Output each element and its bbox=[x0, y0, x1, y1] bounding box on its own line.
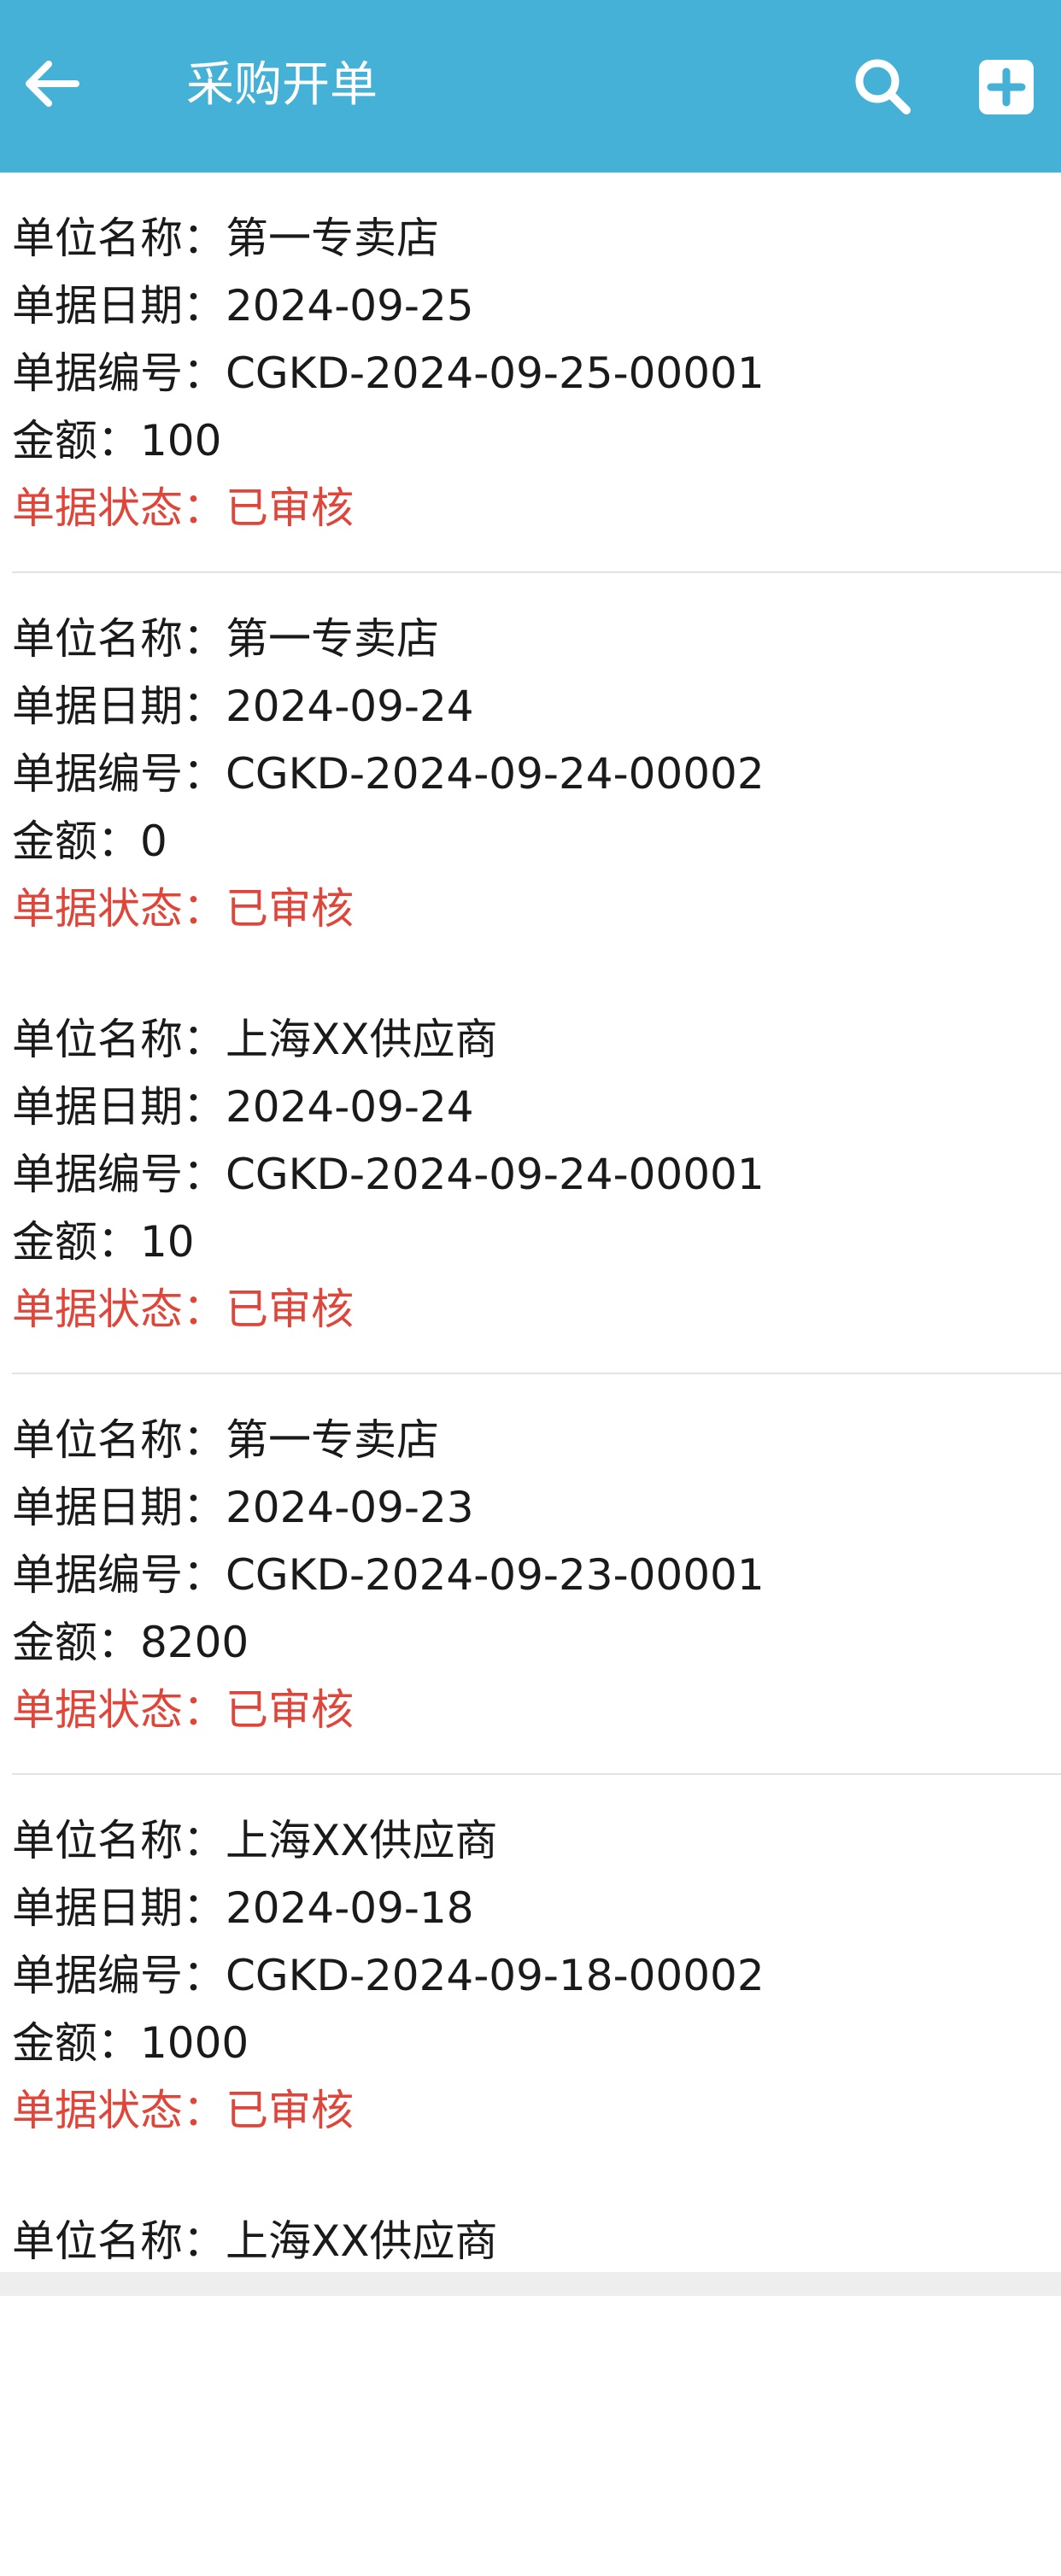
field-label: 单据日期： bbox=[12, 1883, 226, 1933]
add-button[interactable] bbox=[972, 53, 1040, 121]
field-label: 金额： bbox=[12, 1217, 140, 1267]
status-row: 单据状态：已审核 bbox=[12, 475, 354, 542]
doc-no-row: 单据编号：CGKD-2024-09-25-00001 bbox=[12, 340, 765, 407]
doc-date-value: 2024-09-24 bbox=[226, 1082, 474, 1132]
unit-name-value: 上海XX供应商 bbox=[226, 1816, 498, 1865]
field-label: 单据编号： bbox=[12, 1951, 226, 2000]
search-icon bbox=[855, 59, 911, 114]
field-label: 金额： bbox=[12, 817, 140, 866]
doc-date-value: 2024-09-18 bbox=[226, 1883, 474, 1933]
page-title: 采购开单 bbox=[186, 57, 378, 113]
status-row: 单据状态：已审核 bbox=[12, 1677, 354, 1744]
doc-no-row: 单据编号：CGKD-2024-09-23-00001 bbox=[12, 1542, 765, 1609]
field-label: 单据状态： bbox=[12, 1285, 226, 1334]
status-row: 单据状态：已审核 bbox=[12, 1276, 354, 1344]
field-label: 单位名称： bbox=[12, 214, 226, 263]
field-label: 单位名称： bbox=[12, 1415, 226, 1465]
list-item[interactable]: 单位名称：第一专卖店 单据日期：2024-09-24 单据编号：CGKD-202… bbox=[0, 573, 1061, 974]
doc-no-row: 单据编号：CGKD-2024-09-24-00001 bbox=[12, 1141, 765, 1209]
field-label: 单据日期： bbox=[12, 281, 226, 331]
bottom-bar bbox=[0, 2272, 1061, 2296]
field-label: 单据日期： bbox=[12, 682, 226, 731]
doc-date-value: 2024-09-25 bbox=[226, 281, 474, 331]
field-label: 单位名称： bbox=[12, 1015, 226, 1064]
field-label: 金额： bbox=[12, 1618, 140, 1667]
amount-value: 1000 bbox=[140, 2018, 249, 2068]
unit-name-row: 单位名称：上海XX供应商 bbox=[12, 1006, 498, 1074]
field-label: 单据编号： bbox=[12, 749, 226, 799]
unit-name-value: 上海XX供应商 bbox=[226, 1015, 498, 1064]
unit-name-value: 第一专卖店 bbox=[226, 214, 439, 263]
field-label: 单据状态： bbox=[12, 1685, 226, 1735]
field-label: 单据编号： bbox=[12, 348, 226, 398]
arrow-left-icon bbox=[26, 61, 79, 107]
list-item[interactable]: 单位名称：上海XX供应商 单据日期：2024-09-24 单据编号：CGKD-2… bbox=[0, 974, 1061, 1374]
amount-value: 8200 bbox=[140, 1618, 249, 1667]
amount-row: 金额：0 bbox=[12, 808, 167, 875]
list-item[interactable]: 单位名称：上海XX供应商 bbox=[0, 2175, 1061, 2576]
order-list[interactable]: 单位名称：第一专卖店 单据日期：2024-09-25 单据编号：CGKD-202… bbox=[0, 173, 1061, 2576]
unit-name-row: 单位名称：上海XX供应商 bbox=[12, 2208, 498, 2275]
unit-name-row: 单位名称：第一专卖店 bbox=[12, 1407, 439, 1474]
doc-date-row: 单据日期：2024-09-24 bbox=[12, 1074, 474, 1141]
field-label: 单据日期： bbox=[12, 1483, 226, 1532]
unit-name-row: 单位名称：第一专卖店 bbox=[12, 606, 439, 673]
doc-no-row: 单据编号：CGKD-2024-09-18-00002 bbox=[12, 1942, 765, 2010]
doc-date-value: 2024-09-23 bbox=[226, 1483, 474, 1532]
field-label: 金额： bbox=[12, 2018, 140, 2068]
unit-name-value: 第一专卖店 bbox=[226, 1415, 439, 1465]
field-label: 单据状态： bbox=[12, 2086, 226, 2135]
doc-no-value: CGKD-2024-09-23-00001 bbox=[226, 1550, 765, 1600]
doc-date-row: 单据日期：2024-09-23 bbox=[12, 1474, 474, 1542]
field-label: 单据日期： bbox=[12, 1082, 226, 1132]
amount-row: 金额：10 bbox=[12, 1209, 195, 1276]
unit-name-row: 单位名称：第一专卖店 bbox=[12, 205, 439, 272]
doc-no-value: CGKD-2024-09-24-00001 bbox=[226, 1150, 765, 1199]
field-label: 单据状态： bbox=[12, 483, 226, 533]
status-value: 已审核 bbox=[226, 483, 354, 533]
amount-row: 金额：1000 bbox=[12, 2010, 249, 2077]
app-header: 采购开单 bbox=[0, 0, 1061, 173]
amount-value: 0 bbox=[140, 817, 167, 866]
plus-square-icon bbox=[979, 60, 1034, 114]
list-item[interactable]: 单位名称：第一专卖店 单据日期：2024-09-23 单据编号：CGKD-202… bbox=[0, 1374, 1061, 1775]
amount-row: 金额：8200 bbox=[12, 1609, 249, 1677]
list-item[interactable]: 单位名称：上海XX供应商 单据日期：2024-09-18 单据编号：CGKD-2… bbox=[0, 1775, 1061, 2175]
doc-no-value: CGKD-2024-09-24-00002 bbox=[226, 749, 765, 799]
list-item[interactable]: 单位名称：第一专卖店 单据日期：2024-09-25 单据编号：CGKD-202… bbox=[0, 173, 1061, 573]
amount-value: 10 bbox=[140, 1217, 195, 1267]
status-value: 已审核 bbox=[226, 884, 354, 934]
unit-name-row: 单位名称：上海XX供应商 bbox=[12, 1807, 498, 1875]
amount-row: 金额：100 bbox=[12, 407, 221, 475]
search-button[interactable] bbox=[846, 50, 919, 123]
doc-date-row: 单据日期：2024-09-18 bbox=[12, 1875, 474, 1942]
status-value: 已审核 bbox=[226, 2086, 354, 2135]
doc-date-row: 单据日期：2024-09-25 bbox=[12, 272, 474, 340]
amount-value: 100 bbox=[140, 416, 222, 465]
doc-date-row: 单据日期：2024-09-24 bbox=[12, 673, 474, 741]
doc-no-row: 单据编号：CGKD-2024-09-24-00002 bbox=[12, 741, 765, 808]
back-button[interactable] bbox=[17, 50, 85, 118]
doc-no-value: CGKD-2024-09-25-00001 bbox=[226, 348, 765, 398]
doc-date-value: 2024-09-24 bbox=[226, 682, 474, 731]
unit-name-value: 第一专卖店 bbox=[226, 614, 439, 664]
status-value: 已审核 bbox=[226, 1285, 354, 1334]
field-label: 单位名称： bbox=[12, 614, 226, 664]
field-label: 单据编号： bbox=[12, 1550, 226, 1600]
field-label: 单据状态： bbox=[12, 884, 226, 934]
unit-name-value: 上海XX供应商 bbox=[226, 2216, 498, 2266]
field-label: 金额： bbox=[12, 416, 140, 465]
field-label: 单据编号： bbox=[12, 1150, 226, 1199]
doc-no-value: CGKD-2024-09-18-00002 bbox=[226, 1951, 765, 2000]
status-row: 单据状态：已审核 bbox=[12, 2077, 354, 2145]
status-row: 单据状态：已审核 bbox=[12, 875, 354, 943]
status-value: 已审核 bbox=[226, 1685, 354, 1735]
field-label: 单位名称： bbox=[12, 1816, 226, 1865]
field-label: 单位名称： bbox=[12, 2216, 226, 2266]
